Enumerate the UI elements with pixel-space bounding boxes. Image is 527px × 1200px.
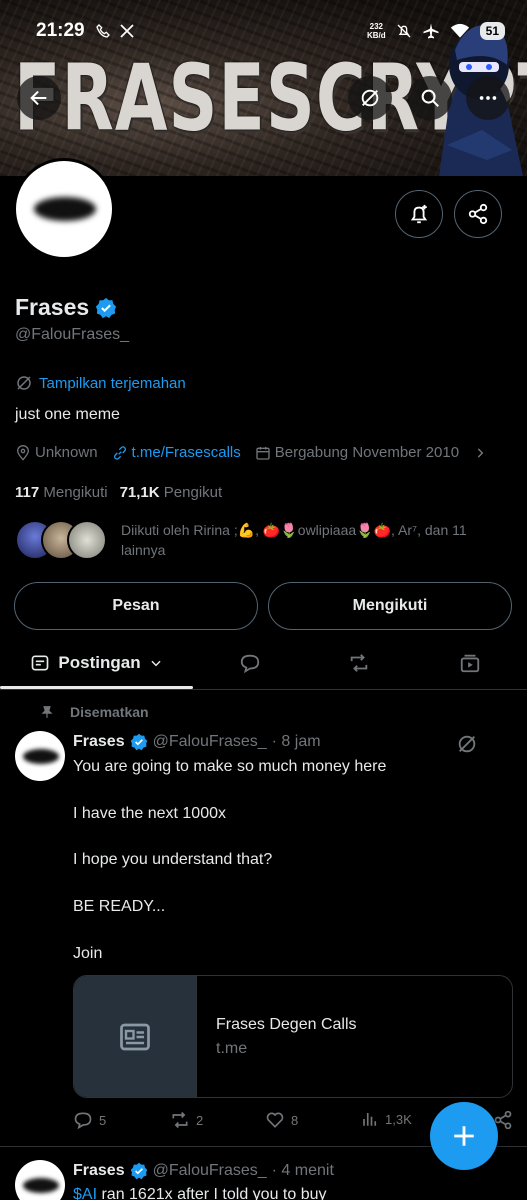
post-handle[interactable]: @FalouFrases_ bbox=[153, 1162, 267, 1180]
share-button[interactable] bbox=[454, 190, 502, 238]
tab-reposts[interactable] bbox=[314, 638, 404, 688]
post-author[interactable]: Frases bbox=[73, 733, 125, 751]
net-speed: 232 KB/d bbox=[366, 22, 386, 40]
search-button[interactable] bbox=[408, 76, 452, 120]
reply-icon bbox=[240, 654, 260, 674]
followers-stat[interactable]: 71,1K Pengikut bbox=[120, 484, 223, 501]
mute-icon bbox=[397, 24, 411, 38]
cashtag-link[interactable]: $AI bbox=[73, 1186, 97, 1200]
post-header: Frases @FalouFrases_ · 8 jam bbox=[73, 733, 321, 751]
link-card[interactable]: Frases Degen Calls t.me bbox=[73, 975, 513, 1098]
post-author[interactable]: Frases bbox=[73, 1162, 125, 1180]
compose-button[interactable] bbox=[430, 1102, 498, 1170]
profile-tabs: Postingan bbox=[0, 638, 527, 690]
tab-media[interactable] bbox=[425, 638, 515, 688]
followed-by[interactable]: Diikuti oleh Ririna ;💪, 🍅🌷owlipiaaa🌷🍅, A… bbox=[15, 520, 515, 560]
grok-icon[interactable] bbox=[456, 733, 478, 755]
post-avatar[interactable] bbox=[15, 731, 65, 781]
message-button[interactable]: Pesan bbox=[14, 582, 258, 630]
post-text-line: You are going to make so much money here bbox=[73, 758, 387, 775]
post-text-line: Join bbox=[73, 945, 103, 962]
airplane-icon bbox=[423, 23, 439, 39]
views-action[interactable]: 1,3K bbox=[361, 1110, 412, 1128]
post-time[interactable]: · 4 menit bbox=[272, 1162, 334, 1180]
followed-by-text: Diikuti oleh Ririna ;💪, 🍅🌷owlipiaaa🌷🍅, A… bbox=[121, 522, 467, 558]
arrow-left-icon bbox=[30, 90, 47, 106]
repost-icon bbox=[172, 1111, 188, 1129]
analytics-icon bbox=[363, 1113, 377, 1126]
posts-icon bbox=[32, 655, 49, 671]
follow-stats: 117 Mengikuti 71,1K Pengikut bbox=[15, 484, 222, 501]
profile-avatar[interactable] bbox=[13, 158, 115, 260]
following-stat[interactable]: 117 Mengikuti bbox=[15, 484, 108, 501]
search-icon bbox=[421, 89, 439, 107]
profile-name-text: Frases bbox=[15, 294, 90, 320]
profile-meta: Unknown t.me/Frasescalls Bergabung Novem… bbox=[15, 444, 487, 461]
verified-badge-icon bbox=[96, 297, 117, 318]
grok-icon bbox=[361, 89, 379, 107]
more-horizontal-icon bbox=[479, 96, 497, 100]
profile-bio: just one meme bbox=[15, 406, 120, 423]
translate-link[interactable]: Tampilkan terjemahan bbox=[15, 374, 186, 392]
active-tab-indicator bbox=[0, 686, 193, 689]
reply-icon bbox=[74, 1112, 92, 1130]
tab-replies[interactable] bbox=[205, 638, 295, 688]
post-text-line: I have the next 1000x bbox=[73, 805, 226, 822]
media-icon bbox=[460, 654, 480, 673]
grok-button[interactable] bbox=[348, 76, 392, 120]
share-icon bbox=[468, 203, 488, 225]
back-button[interactable] bbox=[17, 76, 61, 120]
post-text-line: $AI ran 1621x after I told you to buy bbox=[73, 1186, 327, 1200]
reply-action[interactable]: 5 bbox=[73, 1110, 106, 1130]
follower-avatar bbox=[67, 520, 107, 560]
profile-link[interactable]: t.me/Frasescalls bbox=[112, 444, 241, 461]
join-date: Bergabung November 2010 bbox=[255, 444, 459, 461]
battery-indicator: 51 bbox=[479, 22, 505, 40]
repost-icon bbox=[350, 654, 368, 672]
pinned-indicator: Disematkan bbox=[40, 704, 149, 720]
wifi-icon bbox=[450, 23, 469, 38]
like-action[interactable]: 8 bbox=[265, 1110, 298, 1130]
status-time: 21:29 bbox=[36, 20, 85, 41]
status-bar: 21:29 232 KB/d 51 bbox=[0, 0, 527, 62]
verified-badge-icon bbox=[130, 1162, 147, 1180]
post-text-line: I hope you understand that? bbox=[73, 851, 273, 868]
post-header: Frases @FalouFrases_ · 4 menit bbox=[73, 1162, 334, 1180]
following-button[interactable]: Mengikuti bbox=[268, 582, 512, 630]
plus-icon bbox=[454, 1126, 474, 1146]
profile-handle: @FalouFrases_ bbox=[15, 326, 130, 343]
phone-icon bbox=[95, 24, 110, 38]
chevron-right-icon[interactable] bbox=[473, 446, 487, 460]
verified-badge-icon bbox=[130, 733, 147, 751]
post-time[interactable]: · 8 jam bbox=[272, 733, 321, 751]
heart-icon bbox=[266, 1112, 284, 1128]
notify-button[interactable] bbox=[395, 190, 443, 238]
location: Unknown bbox=[15, 444, 98, 461]
profile-name: Frases bbox=[15, 294, 117, 321]
tab-posts[interactable]: Postingan bbox=[0, 638, 193, 689]
link-card-title: Frases Degen Calls bbox=[216, 1015, 357, 1033]
link-icon bbox=[113, 445, 126, 460]
chevron-down-icon bbox=[150, 660, 161, 667]
post-avatar[interactable] bbox=[15, 1160, 65, 1200]
repost-action[interactable]: 2 bbox=[170, 1110, 203, 1130]
more-options-button[interactable] bbox=[466, 76, 510, 120]
x-logo-icon bbox=[119, 24, 134, 38]
pin-icon bbox=[41, 706, 53, 718]
grok-icon bbox=[17, 376, 31, 390]
translate-label[interactable]: Tampilkan terjemahan bbox=[39, 375, 186, 392]
bell-plus-icon bbox=[410, 204, 428, 224]
calendar-icon bbox=[256, 446, 270, 460]
article-icon bbox=[120, 1023, 150, 1050]
link-card-domain: t.me bbox=[216, 1039, 248, 1057]
link-card-thumbnail bbox=[74, 976, 197, 1097]
post-handle[interactable]: @FalouFrases_ bbox=[153, 733, 267, 751]
location-pin-icon bbox=[16, 444, 30, 461]
post-text-line: BE READY... bbox=[73, 898, 166, 915]
